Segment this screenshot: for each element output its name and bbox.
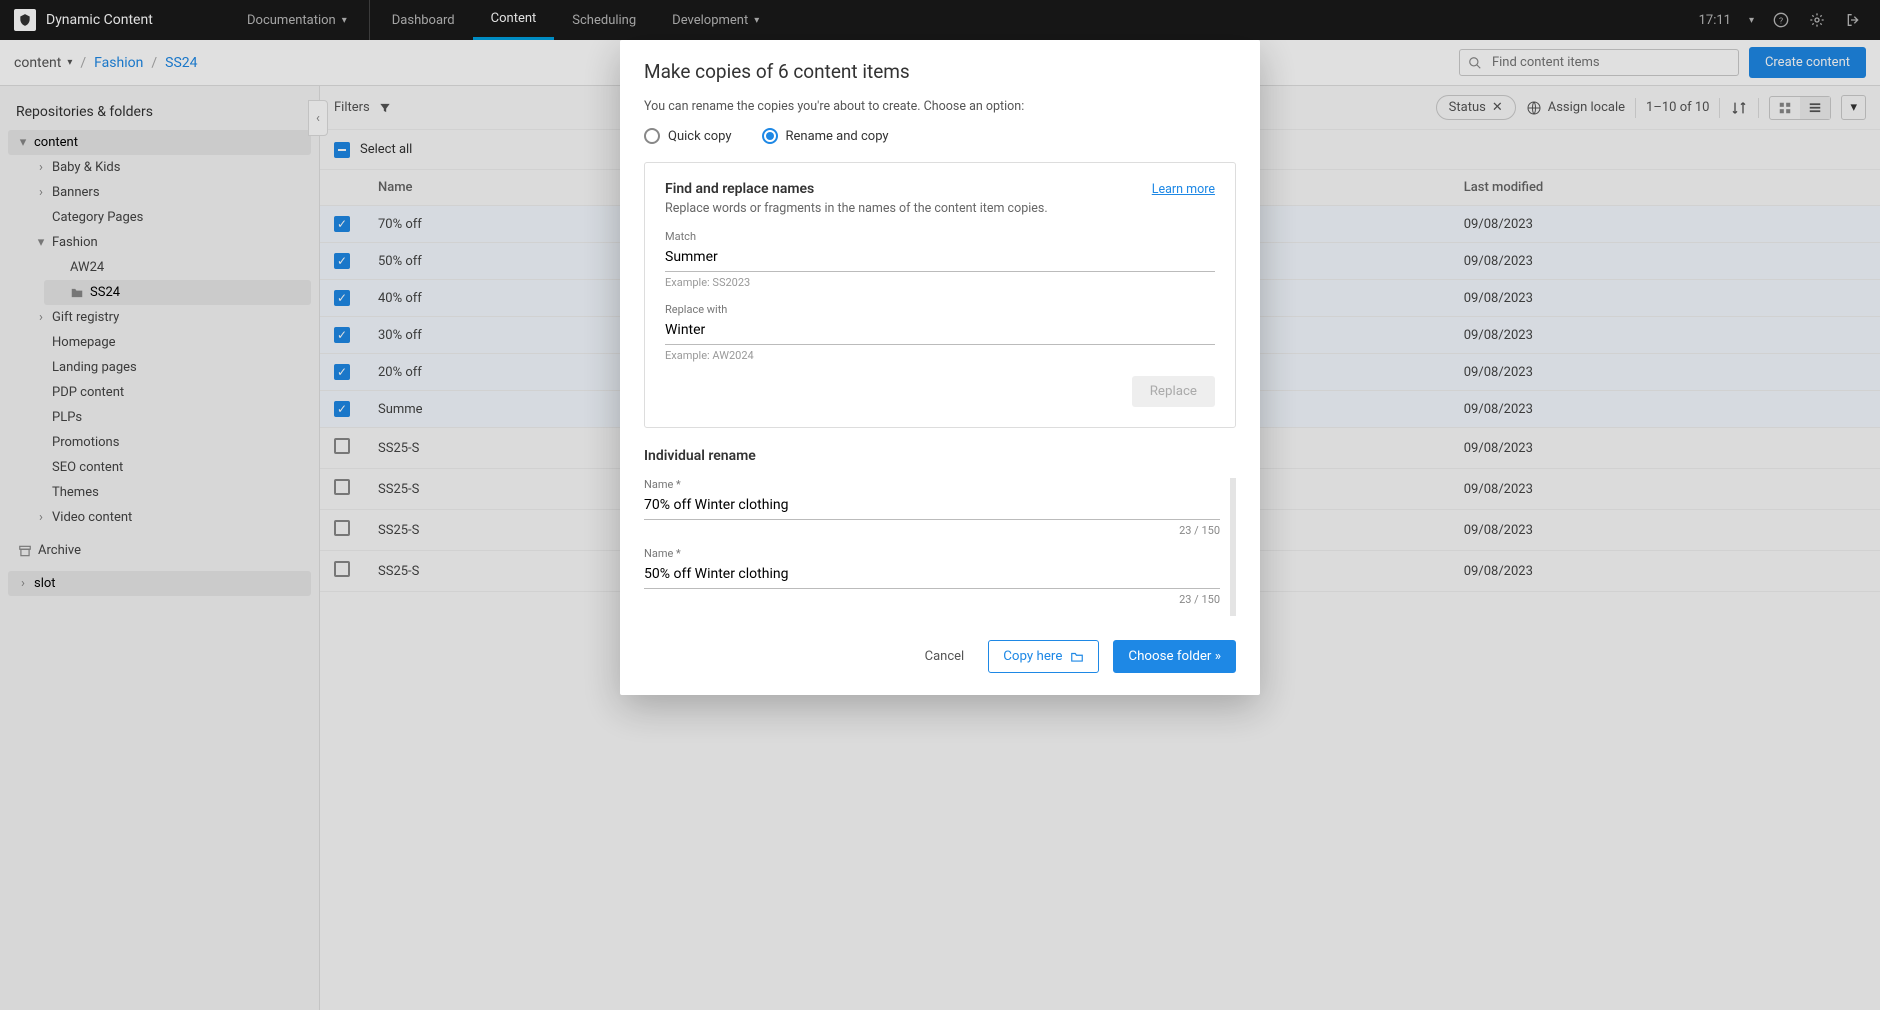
find-replace-panel: Find and replace names Learn more Replac… (644, 162, 1236, 428)
rename-input[interactable] (644, 491, 1220, 520)
replace-button[interactable]: Replace (1132, 376, 1215, 407)
panel-title: Find and replace names (665, 181, 814, 197)
radio-label: Rename and copy (786, 129, 889, 144)
radio-quick-copy[interactable]: Quick copy (644, 128, 732, 144)
modal-overlay: Make copies of 6 content items You can r… (0, 0, 1880, 1010)
char-count: 23 / 150 (644, 524, 1220, 537)
choose-folder-label: Choose folder » (1128, 649, 1221, 664)
modal-hint: You can rename the copies you're about t… (644, 99, 1236, 114)
replace-with-example: Example: AW2024 (665, 349, 1215, 362)
copy-here-label: Copy here (1003, 649, 1062, 664)
match-input[interactable] (665, 243, 1215, 272)
radio-rename-copy[interactable]: Rename and copy (762, 128, 889, 144)
rename-list: Name * 23 / 150 Name * 23 / 150 (644, 478, 1236, 616)
match-field: Match (665, 230, 1215, 272)
replace-with-label: Replace with (665, 303, 1215, 316)
individual-rename-title: Individual rename (644, 448, 1236, 464)
name-label: Name * (644, 478, 1220, 491)
replace-with-input[interactable] (665, 316, 1215, 345)
copy-mode-radios: Quick copy Rename and copy (644, 128, 1236, 144)
rename-item: Name * 23 / 150 (644, 478, 1220, 537)
cancel-button[interactable]: Cancel (915, 641, 975, 672)
copy-here-button[interactable]: Copy here (988, 640, 1099, 673)
copy-modal: Make copies of 6 content items You can r… (620, 40, 1260, 695)
match-example: Example: SS2023 (665, 276, 1215, 289)
radio-dot (762, 128, 778, 144)
rename-item: Name * 23 / 150 (644, 547, 1220, 606)
learn-more-link[interactable]: Learn more (1152, 182, 1215, 197)
match-label: Match (665, 230, 1215, 243)
panel-desc: Replace words or fragments in the names … (665, 201, 1215, 216)
rename-input[interactable] (644, 560, 1220, 589)
char-count: 23 / 150 (644, 593, 1220, 606)
radio-dot (644, 128, 660, 144)
choose-folder-button[interactable]: Choose folder » (1113, 640, 1236, 673)
modal-title: Make copies of 6 content items (620, 40, 1260, 99)
folder-icon (1070, 651, 1084, 663)
modal-footer: Cancel Copy here Choose folder » (620, 624, 1260, 695)
radio-label: Quick copy (668, 129, 732, 144)
name-label: Name * (644, 547, 1220, 560)
replace-with-field: Replace with (665, 303, 1215, 345)
